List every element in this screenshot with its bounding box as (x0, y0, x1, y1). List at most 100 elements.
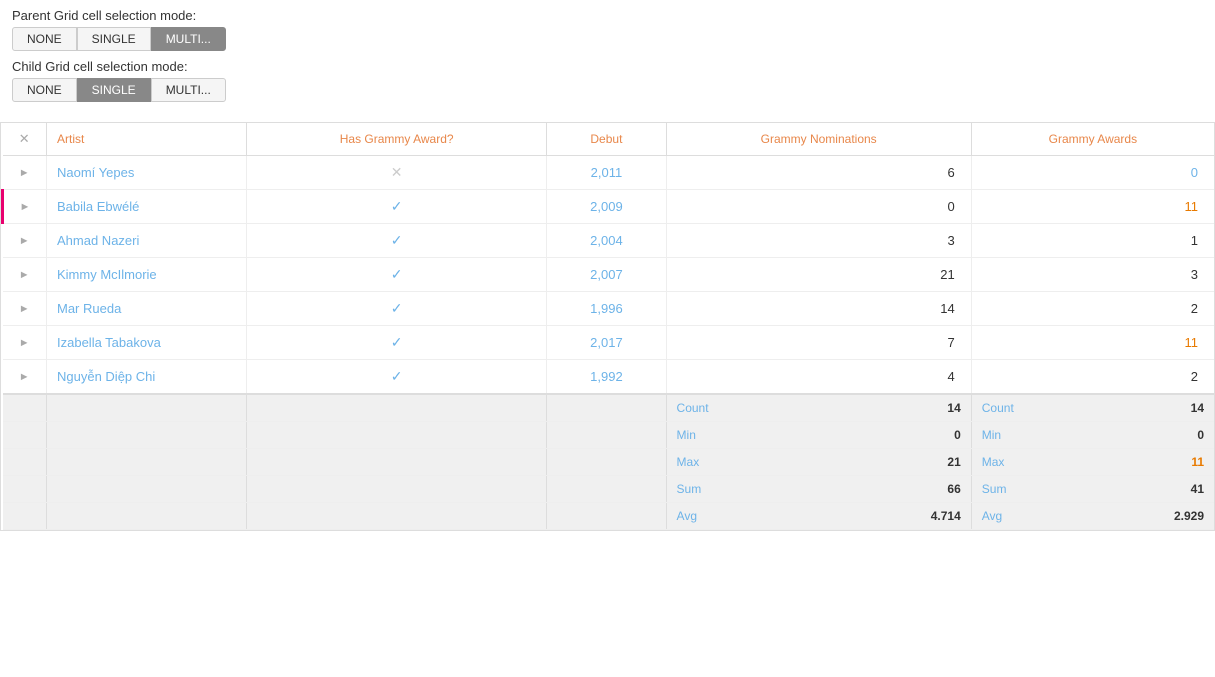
summary-award-max: Max 11 (971, 449, 1214, 476)
artist-cell: Izabella Tabakova (47, 326, 247, 360)
award-max-value: 11 (1191, 455, 1204, 469)
parent-multi-button[interactable]: MULTI... (151, 27, 226, 51)
award-count-label: Count (982, 401, 1020, 415)
nom-min-value: 0 (954, 428, 961, 442)
grammy-cell: ✓ (247, 360, 547, 395)
artist-cell: Nguyễn Diệp Chi (47, 360, 247, 395)
summary-avg-row: Avg 4.714 Avg 2.929 (3, 503, 1215, 530)
parent-grid-buttons: NONE SINGLE MULTI... (12, 27, 1203, 51)
awards-col-header[interactable]: Grammy Awards (971, 123, 1214, 156)
grammy-cell: ✓ (247, 190, 547, 224)
child-multi-button[interactable]: MULTI... (151, 78, 226, 102)
nom-max-label: Max (677, 455, 706, 469)
check-icon: ✓ (391, 198, 403, 214)
debut-cell: 2,017 (547, 326, 666, 360)
table-row: ► Kimmy McIlmorie ✓ 2,007 21 3 (3, 258, 1215, 292)
awards-cell: 1 (971, 224, 1214, 258)
expand-cell[interactable]: ► (3, 326, 47, 360)
award-sum-value: 41 (1191, 482, 1204, 496)
awards-cell: 3 (971, 258, 1214, 292)
debut-cell: 2,007 (547, 258, 666, 292)
check-icon: ✓ (391, 334, 403, 350)
summary-nom-count: Count 14 (666, 394, 971, 422)
nom-sum-label: Sum (677, 482, 708, 496)
summary-award-avg: Avg 2.929 (971, 503, 1214, 530)
summary-min-row: Min 0 Min 0 (3, 422, 1215, 449)
cross-icon: ✕ (391, 164, 403, 180)
artist-cell: Babila Ebwélé (47, 190, 247, 224)
summary-empty19 (247, 503, 547, 530)
summary-empty20 (547, 503, 666, 530)
expand-cell[interactable]: ► (3, 258, 47, 292)
award-avg-value: 2.929 (1174, 509, 1204, 523)
summary-max-row: Max 21 Max 11 (3, 449, 1215, 476)
child-single-button[interactable]: SINGLE (77, 78, 151, 102)
expand-col-header: ✕ (3, 123, 47, 156)
nom-avg-value: 4.714 (931, 509, 961, 523)
summary-empty8 (547, 422, 666, 449)
nominations-cell: 4 (666, 360, 971, 395)
child-grid-label: Child Grid cell selection mode: (12, 59, 1203, 74)
check-icon: ✓ (391, 368, 403, 384)
expand-icon[interactable]: ► (19, 337, 30, 349)
award-min-label: Min (982, 428, 1007, 442)
artist-cell: Naomí Yepes (47, 156, 247, 190)
expand-cell[interactable]: ► (3, 292, 47, 326)
nom-count-label: Count (677, 401, 715, 415)
summary-empty3 (247, 394, 547, 422)
award-count-value: 14 (1191, 401, 1204, 415)
check-icon: ✓ (391, 266, 403, 282)
grammy-cell: ✓ (247, 258, 547, 292)
summary-empty14 (47, 476, 247, 503)
summary-award-min: Min 0 (971, 422, 1214, 449)
child-none-button[interactable]: NONE (12, 78, 77, 102)
parent-single-button[interactable]: SINGLE (77, 27, 151, 51)
debut-cell: 2,011 (547, 156, 666, 190)
expand-icon[interactable]: ► (19, 269, 30, 281)
artist-cell: Kimmy McIlmorie (47, 258, 247, 292)
collapse-all-icon[interactable]: ✕ (19, 131, 30, 146)
expand-icon[interactable]: ► (19, 371, 30, 383)
summary-empty18 (47, 503, 247, 530)
table-row: ► Babila Ebwélé ✓ 2,009 0 11 (3, 190, 1215, 224)
summary-nom-avg: Avg 4.714 (666, 503, 971, 530)
check-icon: ✓ (391, 232, 403, 248)
summary-empty7 (247, 422, 547, 449)
nominations-cell: 14 (666, 292, 971, 326)
expand-cell[interactable]: ► (3, 224, 47, 258)
artist-cell: Ahmad Nazeri (47, 224, 247, 258)
summary-nom-min: Min 0 (666, 422, 971, 449)
summary-empty6 (47, 422, 247, 449)
expand-icon[interactable]: ► (19, 167, 30, 179)
child-grid-buttons: NONE SINGLE MULTI... (12, 78, 1203, 102)
nom-sum-value: 66 (947, 482, 960, 496)
debut-cell: 1,996 (547, 292, 666, 326)
nominations-cell: 0 (666, 190, 971, 224)
debut-cell: 2,004 (547, 224, 666, 258)
parent-none-button[interactable]: NONE (12, 27, 77, 51)
nom-min-label: Min (677, 428, 702, 442)
nominations-cell: 7 (666, 326, 971, 360)
summary-section: Count 14 Count 14 Min (3, 394, 1215, 530)
nominations-col-header[interactable]: Grammy Nominations (666, 123, 971, 156)
summary-empty1 (3, 394, 47, 422)
summary-award-sum: Sum 41 (971, 476, 1214, 503)
grammy-cell: ✓ (247, 326, 547, 360)
table-row: ► Ahmad Nazeri ✓ 2,004 3 1 (3, 224, 1215, 258)
expand-cell[interactable]: ► (3, 156, 47, 190)
nominations-cell: 21 (666, 258, 971, 292)
grammy-award-col-header[interactable]: Has Grammy Award? (247, 123, 547, 156)
grammy-cell: ✕ (247, 156, 547, 190)
debut-col-header[interactable]: Debut (547, 123, 666, 156)
summary-empty11 (247, 449, 547, 476)
artist-col-header[interactable]: Artist (47, 123, 247, 156)
expand-icon[interactable]: ► (19, 235, 30, 247)
nom-avg-label: Avg (677, 509, 703, 523)
expand-icon[interactable]: ► (20, 201, 31, 213)
expand-cell[interactable]: ► (3, 190, 47, 224)
grammy-cell: ✓ (247, 292, 547, 326)
summary-nom-sum: Sum 66 (666, 476, 971, 503)
expand-cell[interactable]: ► (3, 360, 47, 395)
award-avg-label: Avg (982, 509, 1008, 523)
expand-icon[interactable]: ► (19, 303, 30, 315)
